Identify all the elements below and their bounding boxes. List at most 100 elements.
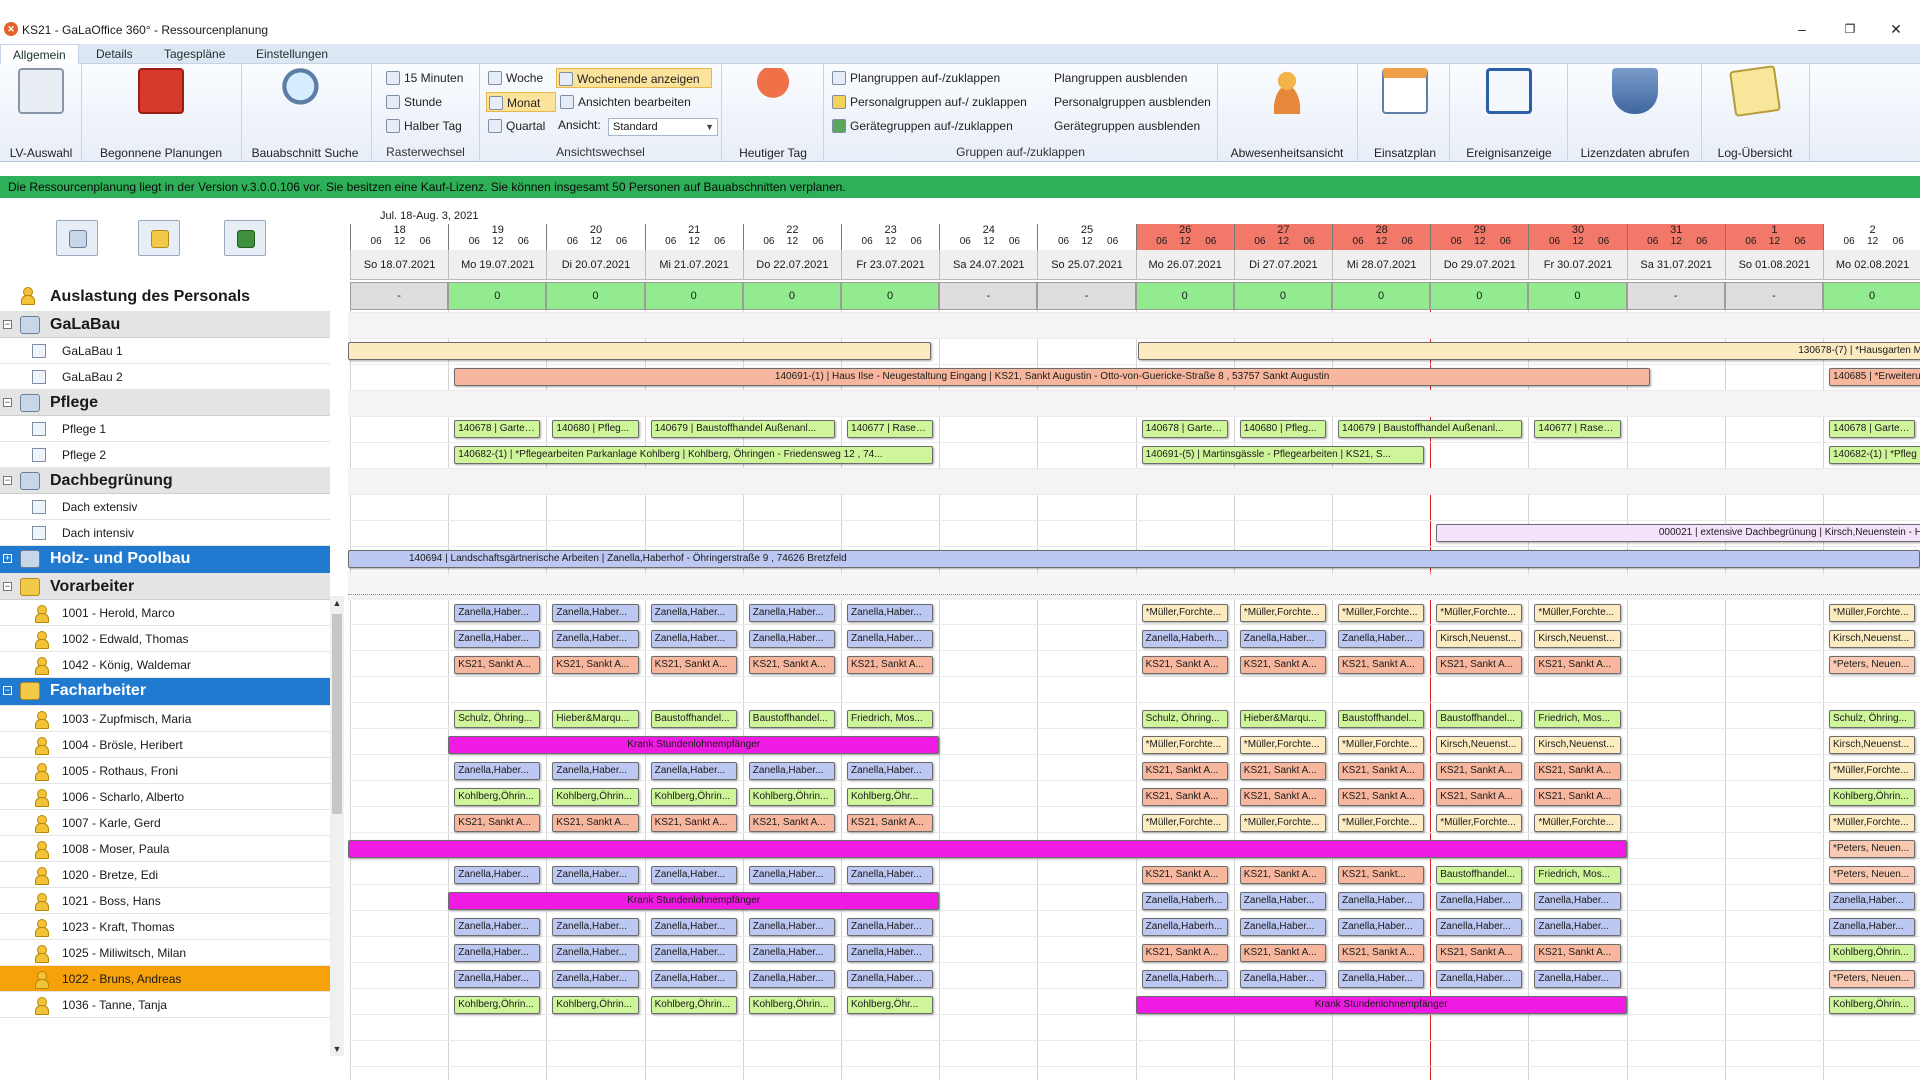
assignment-bar[interactable]: Zanella,Haberh... bbox=[1141, 918, 1228, 936]
assignment-bar[interactable]: Kohlberg,Öhrin... bbox=[748, 996, 835, 1014]
resource-pflege-2[interactable]: Pflege 2 bbox=[0, 442, 330, 468]
assignment-bar[interactable]: KS21, Sankt A... bbox=[454, 656, 541, 674]
assignment-bar[interactable]: KS21, Sankt A... bbox=[1338, 944, 1425, 962]
assignment-bar[interactable]: 140680 | Pfleg... bbox=[552, 420, 639, 438]
date-cell[interactable]: Sa 24.07.2021 bbox=[939, 250, 1038, 280]
assignment-bar[interactable]: Hieber&Marqu... bbox=[552, 710, 639, 728]
assignment-bar[interactable]: 140678 | Garten... bbox=[1141, 420, 1228, 438]
person-row[interactable]: 1006 - Scharlo, Alberto bbox=[0, 784, 330, 810]
assignment-bar[interactable]: Zanella,Haber... bbox=[748, 762, 835, 780]
assignment-bar[interactable]: 140679 | Baustoffhandel Außenanl... bbox=[650, 420, 835, 438]
assignment-bar[interactable]: KS21, Sankt A... bbox=[748, 656, 835, 674]
date-cell[interactable]: Di 27.07.2021 bbox=[1233, 250, 1332, 280]
resource-pflege-1[interactable]: Pflege 1 bbox=[0, 416, 330, 442]
assignment-bar[interactable]: Zanella,Haberh... bbox=[1141, 892, 1228, 910]
equipment-filter-button[interactable] bbox=[224, 220, 266, 256]
expand-icon[interactable]: + bbox=[3, 554, 12, 563]
assignment-bar[interactable]: Zanella,Haber... bbox=[748, 630, 835, 648]
resource-galabau-2[interactable]: GaLaBau 2 bbox=[0, 364, 330, 390]
sick-leave-bar[interactable]: Krank Stundenlohnempfänger bbox=[1135, 996, 1627, 1014]
assignment-bar[interactable]: Zanella,Haber... bbox=[847, 970, 934, 988]
assignment-bar[interactable]: *Müller,Forchte... bbox=[1338, 814, 1425, 832]
tab-einstellungen[interactable]: Einstellungen bbox=[244, 44, 340, 64]
assignment-bar[interactable]: Zanella,Haber... bbox=[748, 918, 835, 936]
assignment-bar[interactable]: Zanella,Haber... bbox=[1239, 892, 1326, 910]
assignment-bar[interactable]: Zanella,Haber... bbox=[454, 604, 541, 622]
assignment-bar[interactable]: Zanella,Haber... bbox=[552, 970, 639, 988]
assignment-bar[interactable]: Zanella,Haber... bbox=[650, 918, 737, 936]
assignment-bar[interactable]: Kirsch,Neuenst... bbox=[1534, 736, 1621, 754]
assignment-bar[interactable]: Zanella,Haber... bbox=[454, 918, 541, 936]
raster-halbertag-button[interactable]: Halber Tag bbox=[384, 116, 462, 136]
sick-leave-bar[interactable]: Krank Stundenlohnempfänger bbox=[448, 736, 940, 754]
assignment-bar[interactable]: KS21, Sankt A... bbox=[650, 814, 737, 832]
assignment-bar[interactable]: KS21, Sankt A... bbox=[847, 814, 934, 832]
collapse-icon[interactable]: − bbox=[3, 686, 12, 695]
assignment-bar[interactable]: KS21, Sankt A... bbox=[650, 656, 737, 674]
date-cell[interactable]: Mi 21.07.2021 bbox=[644, 250, 743, 280]
assignment-bar[interactable]: *Peters, Neuen... bbox=[1829, 840, 1916, 858]
personalgruppen-toggle-button[interactable]: Personalgruppen auf-/ zuklappen bbox=[830, 92, 1027, 112]
assignment-bar[interactable]: Zanella,Haberh... bbox=[1141, 970, 1228, 988]
assignment-bar[interactable]: Zanella,Haber... bbox=[847, 944, 934, 962]
quartal-button[interactable]: Quartal bbox=[486, 116, 545, 136]
assignment-bar[interactable]: Zanella,Haber... bbox=[454, 866, 541, 884]
assignment-bar[interactable]: KS21, Sankt A... bbox=[552, 656, 639, 674]
assignment-bar[interactable]: *Müller,Forchte... bbox=[1141, 604, 1228, 622]
assignment-bar[interactable]: Kirsch,Neuenst... bbox=[1436, 630, 1523, 648]
assignment-bar[interactable]: KS21, Sankt A... bbox=[1534, 762, 1621, 780]
assignment-bar[interactable]: Baustoffhandel... bbox=[650, 710, 737, 728]
assignment-bar[interactable]: 140679 | Baustoffhandel Außenanl... bbox=[1338, 420, 1523, 438]
group-galabau[interactable]: − GaLaBau bbox=[0, 312, 330, 338]
assignment-bar[interactable]: *Müller,Forchte... bbox=[1534, 604, 1621, 622]
assignment-bar[interactable]: Friedrich, Mos... bbox=[1534, 710, 1621, 728]
person-row[interactable]: 1002 - Edwald, Thomas bbox=[0, 626, 330, 652]
assignment-bar[interactable]: 140680 | Pfleg... bbox=[1239, 420, 1326, 438]
lizenzdaten-button[interactable]: Lizenzdaten abrufen bbox=[1581, 68, 1689, 160]
assignment-bar[interactable]: KS21, Sankt A... bbox=[1239, 762, 1326, 780]
assignment-bar[interactable]: 140677 | Rasen... bbox=[847, 420, 934, 438]
assignment-bar[interactable]: *Müller,Forchte... bbox=[1239, 604, 1326, 622]
assignment-bar[interactable]: KS21, Sankt A... bbox=[1436, 788, 1523, 806]
woche-button[interactable]: Woche bbox=[486, 68, 543, 88]
assignment-bar[interactable]: Kohlberg,Öhrin... bbox=[454, 788, 541, 806]
assignment-bar[interactable]: KS21, Sankt A... bbox=[1534, 656, 1621, 674]
assignment-bar[interactable]: Kohlberg,Öhrin... bbox=[1829, 996, 1916, 1014]
assignment-bar[interactable]: Zanella,Haber... bbox=[748, 970, 835, 988]
project-bar[interactable]: 140691-(1) | Haus Ilse - Neugestaltung E… bbox=[454, 368, 1651, 386]
person-row[interactable]: 1036 - Tanne, Tanja bbox=[0, 992, 330, 1018]
date-cell[interactable]: So 25.07.2021 bbox=[1037, 250, 1136, 280]
assignment-bar[interactable]: Zanella,Haber... bbox=[1534, 892, 1621, 910]
bauabschnitt-suche-button[interactable]: Bauabschnitt Suche bbox=[252, 68, 358, 160]
assignment-bar[interactable]: Zanella,Haber... bbox=[1338, 892, 1425, 910]
ansichten-bearbeiten-button[interactable]: Ansichten bearbeiten bbox=[558, 92, 691, 112]
person-row[interactable]: 1025 - Miliwitsch, Milan bbox=[0, 940, 330, 966]
assignment-bar[interactable]: Kohlberg,Öhrin... bbox=[454, 996, 541, 1014]
assignment-bar[interactable]: *Müller,Forchte... bbox=[1239, 814, 1326, 832]
assignment-bar[interactable]: Kohlberg,Öhr... bbox=[847, 788, 934, 806]
assignment-bar[interactable]: *Müller,Forchte... bbox=[1141, 736, 1228, 754]
person-row[interactable]: 1021 - Boss, Hans bbox=[0, 888, 330, 914]
resource-galabau-1[interactable]: GaLaBau 1 bbox=[0, 338, 330, 364]
assignment-bar[interactable]: Zanella,Haber... bbox=[1338, 918, 1425, 936]
assignment-bar[interactable]: Zanella,Haber... bbox=[650, 970, 737, 988]
assignment-bar[interactable]: Zanella,Haber... bbox=[650, 944, 737, 962]
sick-leave-bar[interactable]: Krank Stundenlohnempfänger bbox=[448, 892, 940, 910]
assignment-bar[interactable]: 140678 | Garten... bbox=[454, 420, 541, 438]
assignment-bar[interactable]: *Müller,Forchte... bbox=[1338, 736, 1425, 754]
assignment-bar[interactable]: Zanella,Haber... bbox=[1829, 918, 1916, 936]
person-row[interactable]: 1001 - Herold, Marco bbox=[0, 600, 330, 626]
raster-stunde-button[interactable]: Stunde bbox=[384, 92, 442, 112]
geraetegruppen-toggle-button[interactable]: Gerätegruppen auf-/zuklappen bbox=[830, 116, 1013, 136]
assignment-bar[interactable]: KS21, Sankt A... bbox=[1141, 944, 1228, 962]
monat-button[interactable]: Monat bbox=[486, 92, 556, 112]
assignment-bar[interactable]: Zanella,Haber... bbox=[1239, 970, 1326, 988]
assignment-bar[interactable]: KS21, Sankt A... bbox=[1141, 656, 1228, 674]
scroll-down-icon[interactable]: ▼ bbox=[330, 1042, 344, 1056]
assignment-bar[interactable]: Kohlberg,Öhrin... bbox=[748, 788, 835, 806]
assignment-bar[interactable]: Zanella,Haber... bbox=[454, 944, 541, 962]
sick-leave-bar[interactable] bbox=[348, 840, 1627, 858]
assignment-bar[interactable]: *Müller,Forchte... bbox=[1829, 604, 1916, 622]
project-bar[interactable]: 130678-(7) | *Hausgarten M bbox=[1137, 342, 1920, 360]
assignment-bar[interactable]: *Müller,Forchte... bbox=[1239, 736, 1326, 754]
